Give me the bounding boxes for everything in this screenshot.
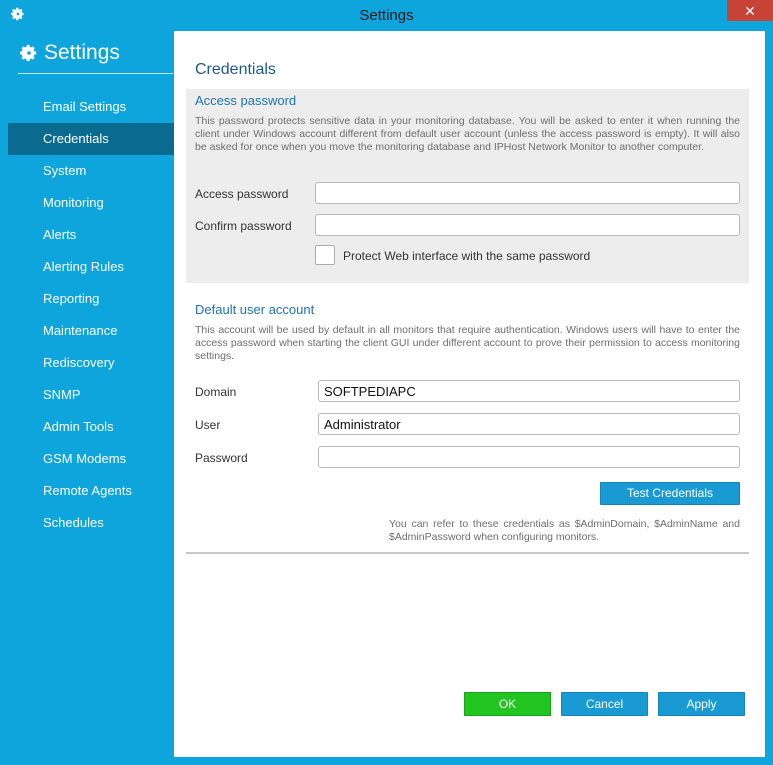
sidebar-item-schedules[interactable]: Schedules xyxy=(8,507,174,539)
sidebar-item-system[interactable]: System xyxy=(8,155,174,187)
apply-button[interactable]: Apply xyxy=(658,692,745,716)
sidebar-header: Settings xyxy=(20,41,120,65)
sidebar-item-admin-tools[interactable]: Admin Tools xyxy=(8,411,174,443)
access-password-description: This password protects sensitive data in… xyxy=(195,115,740,153)
protect-web-checkbox[interactable] xyxy=(315,245,335,265)
sidebar-item-monitoring[interactable]: Monitoring xyxy=(8,187,174,219)
close-icon: ✕ xyxy=(744,2,756,19)
cancel-button[interactable]: Cancel xyxy=(561,692,648,716)
password-input[interactable] xyxy=(318,446,740,468)
page-title: Credentials xyxy=(195,61,276,78)
close-button[interactable]: ✕ xyxy=(727,0,773,21)
sidebar-item-gsm-modems[interactable]: GSM Modems xyxy=(8,443,174,475)
gear-icon xyxy=(20,44,37,62)
test-credentials-button[interactable]: Test Credentials xyxy=(600,482,740,505)
sidebar-item-maintenance[interactable]: Maintenance xyxy=(8,315,174,347)
confirm-password-input[interactable] xyxy=(315,214,740,236)
sidebar-item-alerts[interactable]: Alerts xyxy=(8,219,174,251)
content-panel: Credentials Access password This passwor… xyxy=(174,31,765,757)
sidebar-item-snmp[interactable]: SNMP xyxy=(8,379,174,411)
window-title: Settings xyxy=(359,7,414,24)
sidebar-item-rediscovery[interactable]: Rediscovery xyxy=(8,347,174,379)
sidebar-item-reporting[interactable]: Reporting xyxy=(8,283,174,315)
settings-window: Settings ✕ Settings Email Settings Crede… xyxy=(0,0,773,765)
ok-button[interactable]: OK xyxy=(464,692,551,716)
title-bar: Settings ✕ xyxy=(0,0,773,31)
domain-input[interactable] xyxy=(318,380,740,402)
sidebar-item-credentials[interactable]: Credentials xyxy=(8,123,174,155)
sidebar-nav: Email Settings Credentials System Monito… xyxy=(8,91,174,539)
access-password-label: Access password xyxy=(195,187,289,201)
protect-web-label: Protect Web interface with the same pass… xyxy=(343,249,591,263)
access-password-heading: Access password xyxy=(195,93,297,108)
domain-label: Domain xyxy=(195,385,237,399)
default-user-heading: Default user account xyxy=(195,302,315,317)
sidebar-item-alerting-rules[interactable]: Alerting Rules xyxy=(8,251,174,283)
section-divider xyxy=(186,552,749,554)
confirm-password-label: Confirm password xyxy=(195,219,292,233)
sidebar-item-remote-agents[interactable]: Remote Agents xyxy=(8,475,174,507)
default-user-description: This account will be used by default in … xyxy=(195,324,740,362)
sidebar: Settings Email Settings Credentials Syst… xyxy=(8,31,174,757)
password-label: Password xyxy=(195,451,248,465)
credentials-note: You can refer to these credentials as $A… xyxy=(389,518,740,543)
sidebar-item-email-settings[interactable]: Email Settings xyxy=(8,91,174,123)
user-input[interactable] xyxy=(318,413,740,435)
sidebar-title: Settings xyxy=(44,41,120,64)
access-password-input[interactable] xyxy=(315,182,740,204)
user-label: User xyxy=(195,418,221,432)
sidebar-divider xyxy=(18,73,173,74)
